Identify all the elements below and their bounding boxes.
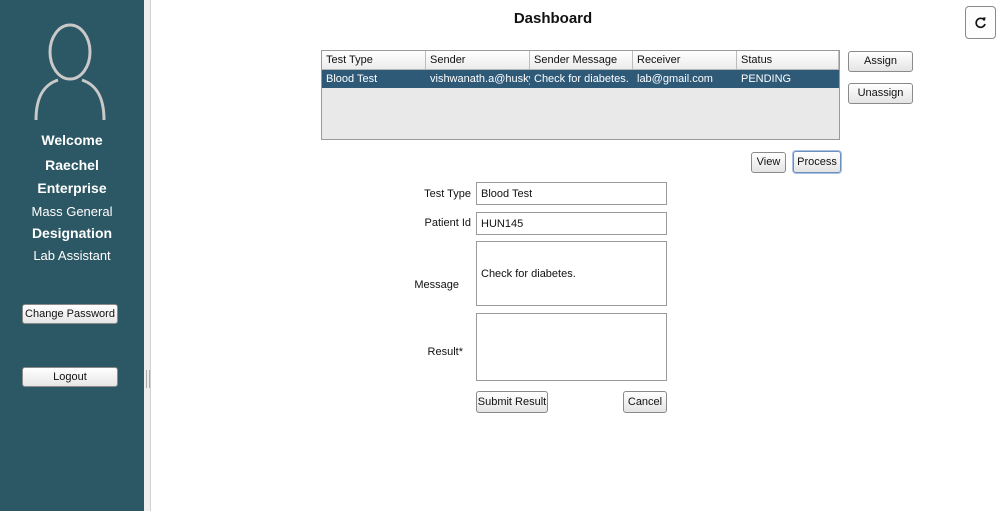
cell-sender: vishwanath.a@husky.... (430, 73, 530, 85)
cancel-button[interactable]: Cancel (623, 391, 667, 413)
page-title: Dashboard (513, 10, 593, 27)
view-button[interactable]: View (751, 152, 786, 173)
message-field[interactable]: Check for diabetes. (476, 241, 667, 306)
request-table: Test Type Sender Sender Message Receiver… (321, 50, 840, 140)
column-header-sender-message[interactable]: Sender Message (530, 51, 633, 69)
refresh-button[interactable] (965, 6, 996, 39)
patient-id-field[interactable] (476, 212, 667, 235)
cell-test-type: Blood Test (326, 73, 378, 85)
column-header-test-type[interactable]: Test Type (322, 51, 426, 69)
cell-status: PENDING (741, 73, 792, 85)
designation-label: Designation (31, 225, 113, 241)
logout-button[interactable]: Logout (22, 367, 118, 387)
sidebar: Welcome Raechel Enterprise Mass General … (0, 0, 144, 511)
table-row[interactable]: Blood Test vishwanath.a@husky.... Check … (322, 70, 839, 88)
result-label: Result* (427, 346, 463, 358)
message-label: Message (414, 279, 459, 291)
enterprise-label: Enterprise (37, 180, 107, 196)
test-type-label: Test Type (424, 188, 471, 200)
user-name: Raechel (45, 157, 99, 173)
welcome-text: Welcome (41, 132, 103, 148)
enterprise-value: Mass General (31, 204, 113, 219)
cell-sender-message: Check for diabetes. (534, 73, 629, 85)
column-header-status[interactable]: Status (737, 51, 839, 69)
unassign-button[interactable]: Unassign (848, 83, 913, 104)
patient-id-label: Patient Id (424, 217, 471, 229)
submit-result-button[interactable]: Submit Result (476, 391, 548, 413)
result-field[interactable] (476, 313, 667, 381)
test-type-field[interactable] (476, 182, 667, 205)
column-header-receiver[interactable]: Receiver (633, 51, 737, 69)
cell-receiver: lab@gmail.com (637, 73, 713, 85)
process-button[interactable]: Process (793, 151, 841, 173)
refresh-icon (975, 17, 986, 29)
change-password-button[interactable]: Change Password (22, 304, 118, 324)
assign-button[interactable]: Assign (848, 51, 913, 72)
table-header: Test Type Sender Sender Message Receiver… (322, 51, 839, 70)
designation-value: Lab Assistant (33, 248, 111, 263)
column-header-sender[interactable]: Sender (426, 51, 530, 69)
split-pane-divider[interactable] (144, 0, 151, 511)
user-avatar-icon (34, 23, 106, 121)
divider-grip-icon[interactable] (146, 370, 150, 388)
